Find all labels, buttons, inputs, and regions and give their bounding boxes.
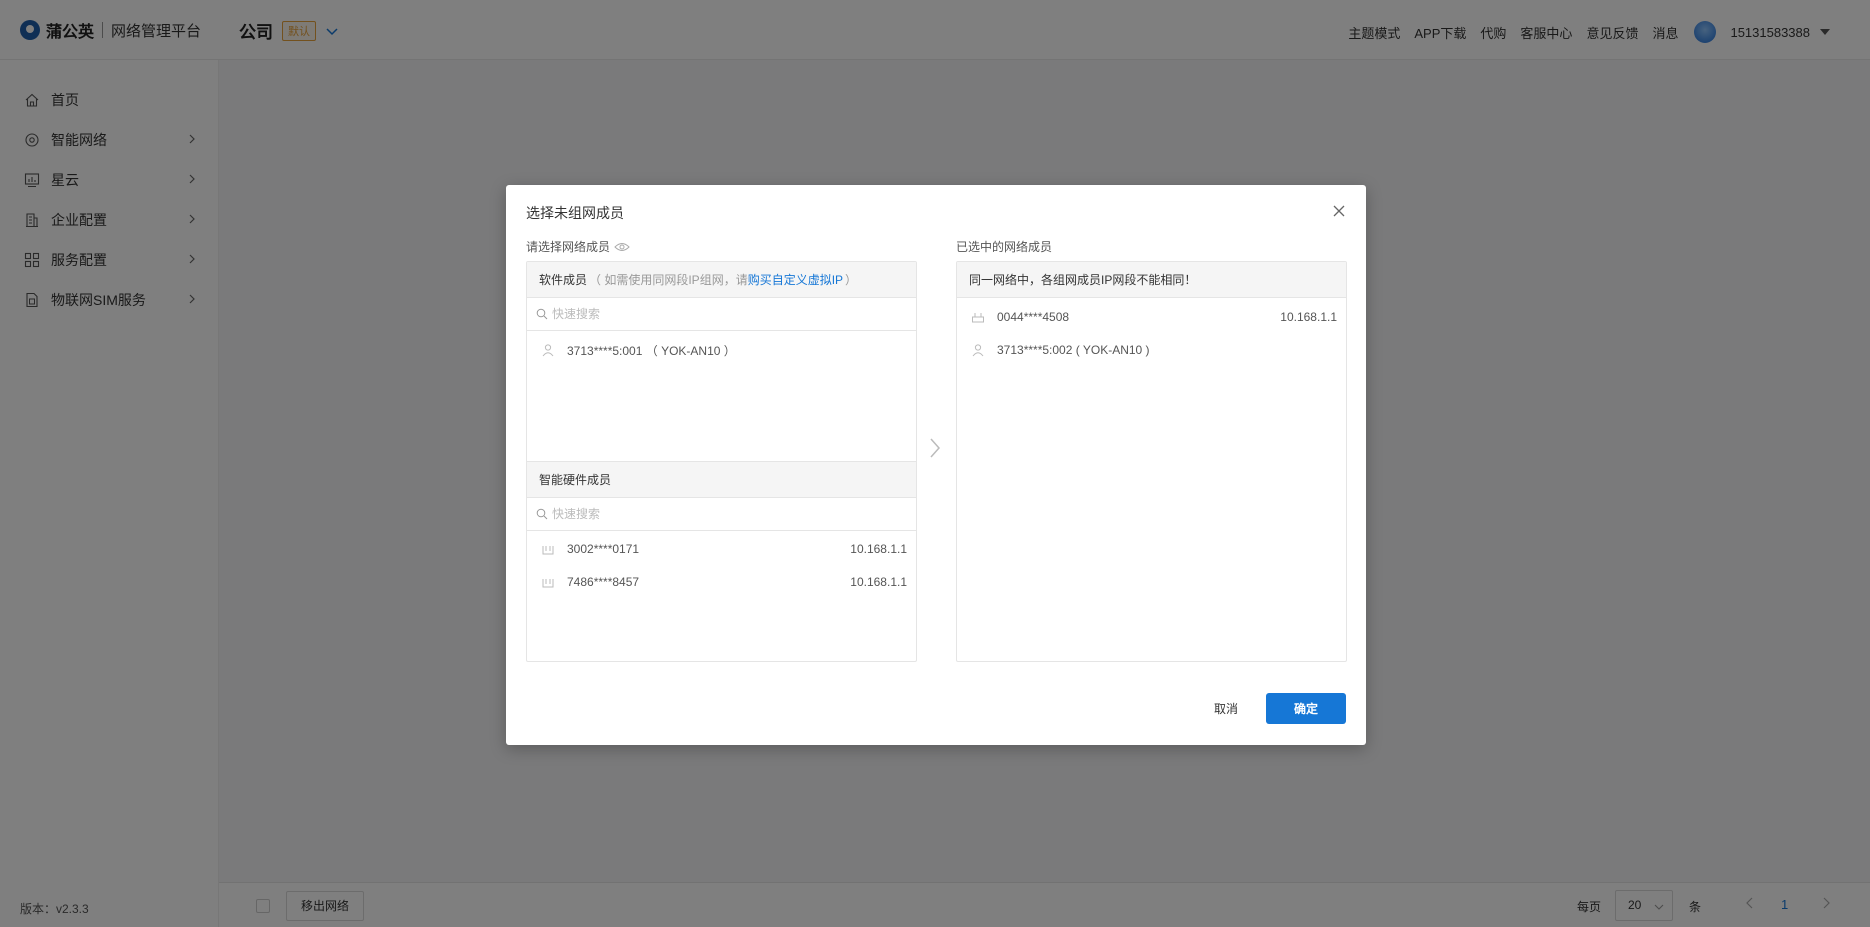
right-section-label: 已选中的网络成员 — [956, 238, 1052, 255]
router-icon — [972, 313, 984, 323]
selected-members-header: 同一网络中，各组网成员IP网段不能相同！ — [957, 262, 1346, 298]
software-members-title: 软件成员 — [539, 273, 588, 287]
hardware-members-title: 智能硬件成员 — [539, 473, 612, 487]
software-hint-prefix: （ 如需使用同网段IP组网，请 — [589, 273, 748, 287]
hardware-search-input[interactable] — [552, 507, 872, 521]
hardware-member-row[interactable]: 7486****8457 10.168.1.1 — [527, 567, 916, 597]
software-hint-suffix: ） — [845, 273, 858, 287]
user-icon — [972, 344, 984, 357]
buy-custom-ip-link[interactable]: 购买自定义虚拟IP — [748, 271, 843, 288]
selected-member-row[interactable]: 0044****4508 10.168.1.1 — [957, 302, 1346, 332]
member-name: 3713****5:002 ( YOK-AN10 ) — [997, 343, 1150, 357]
cancel-button[interactable]: 取消 — [1196, 693, 1256, 723]
selected-members-panel: 同一网络中，各组网成员IP网段不能相同！ 0044****4508 10.168… — [956, 261, 1347, 662]
close-icon[interactable] — [1332, 204, 1346, 218]
hardware-search-row — [527, 498, 916, 531]
eye-icon[interactable] — [614, 241, 630, 253]
dialog-title: 选择未组网成员 — [526, 205, 624, 221]
device-icon — [542, 546, 554, 555]
software-search-input[interactable] — [552, 307, 872, 321]
member-name: 3713****5:001 （ YOK-AN10 ） — [567, 343, 736, 358]
member-name: 7486****8457 — [567, 575, 640, 589]
user-icon — [542, 344, 554, 357]
software-members-header: 软件成员 （ 如需使用同网段IP组网，请 购买自定义虚拟IP ） — [527, 262, 916, 298]
right-section-label-text: 已选中的网络成员 — [956, 240, 1053, 254]
member-ip: 10.168.1.1 — [850, 575, 907, 589]
select-members-dialog: 选择未组网成员 请选择网络成员 已选中的网络成员 软件成员 （ 如需使用同网段I… — [506, 185, 1366, 745]
search-icon — [536, 308, 548, 320]
confirm-button[interactable]: 确定 — [1266, 693, 1346, 724]
search-icon — [536, 508, 548, 520]
member-ip: 10.168.1.1 — [850, 542, 907, 556]
selected-member-row[interactable]: 3713****5:002 ( YOK-AN10 ) — [957, 335, 1346, 365]
selected-members-warning: 同一网络中，各组网成员IP网段不能相同！ — [969, 273, 1197, 287]
device-icon — [542, 579, 554, 588]
hardware-member-row[interactable]: 3002****0171 10.168.1.1 — [527, 534, 916, 564]
hardware-members-header: 智能硬件成员 — [527, 462, 916, 498]
left-section-label: 请选择网络成员 — [526, 238, 630, 255]
left-section-label-text: 请选择网络成员 — [526, 240, 611, 254]
software-search-row — [527, 298, 916, 331]
member-name: 3002****0171 — [567, 542, 640, 556]
software-member-row[interactable]: 3713****5:001 （ YOK-AN10 ） — [527, 335, 916, 365]
transfer-right-icon[interactable] — [928, 437, 942, 459]
unselected-members-panel: 软件成员 （ 如需使用同网段IP组网，请 购买自定义虚拟IP ） 3713***… — [526, 261, 917, 662]
member-ip: 10.168.1.1 — [1280, 310, 1337, 324]
member-name: 0044****4508 — [997, 310, 1070, 324]
